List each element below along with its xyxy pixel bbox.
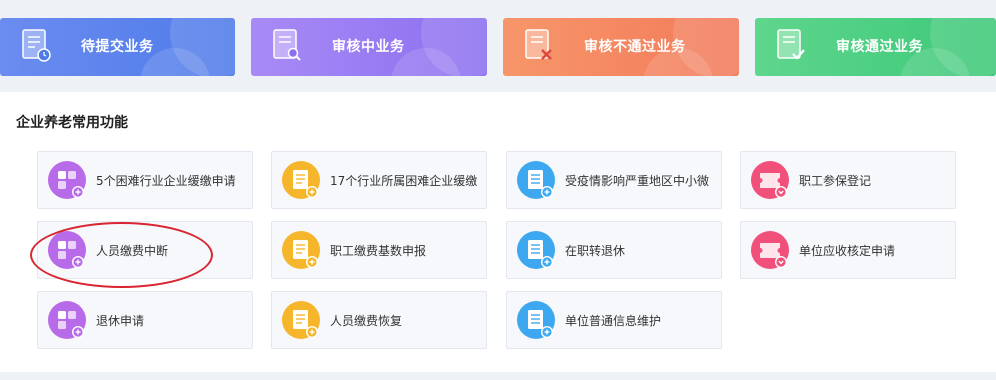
function-tile-employee-enrollment[interactable]: 职工参保登记 (740, 151, 956, 209)
function-tile-epidemic-sme[interactable]: 受疫情影响严重地区中小微 (506, 151, 722, 209)
reject-doc-icon (525, 29, 552, 60)
grid-plus-icon (48, 301, 86, 339)
function-label: 受疫情影响严重地区中小微 (565, 174, 710, 188)
function-label: 单位普通信息维护 (565, 314, 662, 328)
function-label: 17个行业所属困难企业缓缴 (330, 174, 478, 188)
review-approved-card[interactable]: 审核通过业务 (755, 18, 996, 76)
grid-plus-icon (48, 231, 86, 269)
clock-doc-icon (22, 29, 51, 62)
function-label: 在职转退休 (565, 244, 626, 258)
function-tile-payment-interruption[interactable]: 人员缴费中断 (37, 221, 253, 279)
function-tile-payment-resumption[interactable]: 人员缴费恢复 (271, 291, 487, 349)
function-label: 职工缴费基数申报 (330, 244, 427, 258)
ticket-icon (751, 231, 789, 269)
form-plus-icon (282, 301, 320, 339)
search-doc-icon (273, 29, 301, 61)
function-label: 单位应收核定申请 (799, 244, 896, 258)
function-tile-base-declaration[interactable]: 职工缴费基数申报 (271, 221, 487, 279)
form-plus-icon (282, 231, 320, 269)
review-rejected-card[interactable]: 审核不通过业务 (503, 18, 739, 76)
function-tile-industry-deferral[interactable]: 17个行业所属困难企业缓缴 (271, 151, 487, 209)
function-label: 5个困难行业企业缓缴申请 (96, 174, 236, 188)
function-tile-receivable-verification[interactable]: 单位应收核定申请 (740, 221, 956, 279)
function-tile-retirement-application[interactable]: 退休申请 (37, 291, 253, 349)
function-label: 人员缴费恢复 (330, 314, 403, 328)
pending-submission-label: 待提交业务 (81, 39, 154, 55)
status-card-row: 待提交业务 审核中业务 审核不通过业务 审核通过业务 (0, 0, 996, 88)
function-label: 人员缴费中断 (96, 244, 169, 258)
function-tile-unit-info-maintenance[interactable]: 单位普通信息维护 (506, 291, 722, 349)
function-label: 退休申请 (96, 314, 145, 328)
under-review-label: 审核中业务 (332, 39, 405, 55)
under-review-card[interactable]: 审核中业务 (251, 18, 487, 76)
function-tile-hardship-deferral[interactable]: 5个困难行业企业缓缴申请 (37, 151, 253, 209)
ticket-icon (751, 161, 789, 199)
list-plus-icon (517, 231, 555, 269)
approved-doc-icon (777, 29, 805, 60)
list-plus-icon (517, 301, 555, 339)
grid-plus-icon (48, 161, 86, 199)
pending-submission-card[interactable]: 待提交业务 (0, 18, 235, 76)
review-rejected-label: 审核不通过业务 (584, 39, 686, 55)
list-plus-icon (517, 161, 555, 199)
function-label: 职工参保登记 (799, 174, 872, 188)
review-approved-label: 审核通过业务 (836, 39, 923, 55)
function-tile-retirement-transfer[interactable]: 在职转退休 (506, 221, 722, 279)
form-plus-icon (282, 161, 320, 199)
section-title: 企业养老常用功能 (16, 115, 128, 131)
